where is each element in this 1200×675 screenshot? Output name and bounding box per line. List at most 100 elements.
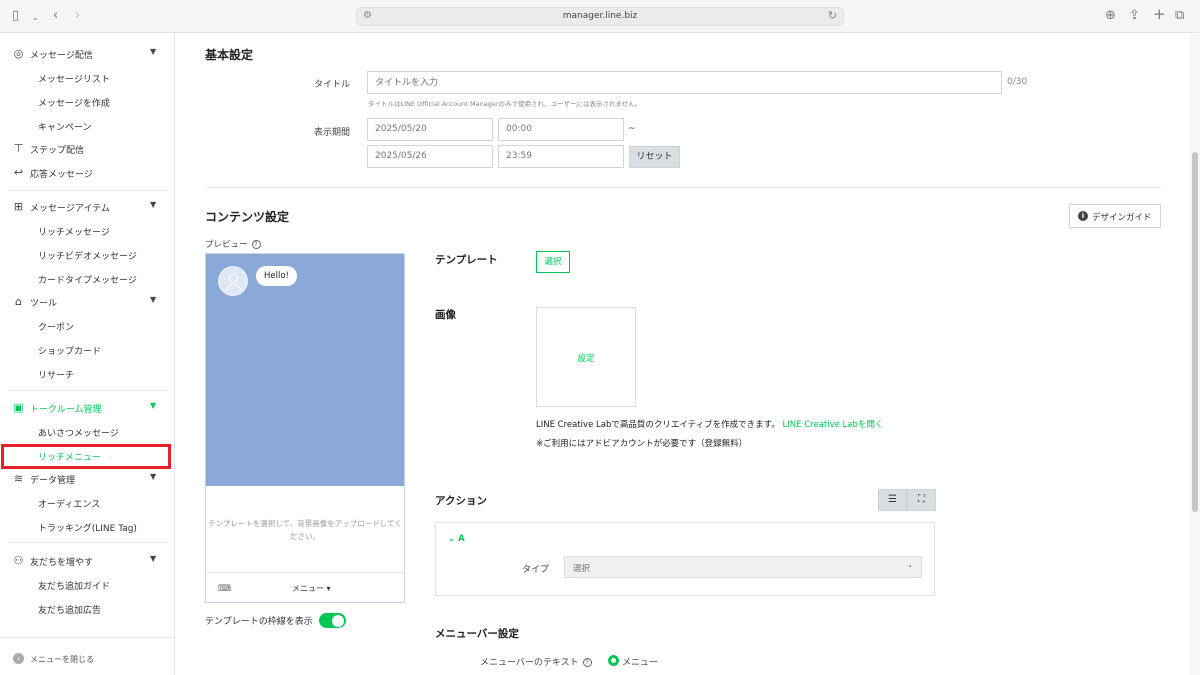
menubar-option-label: メニュー [622,658,659,668]
menubar-radio-menu[interactable] [608,655,619,666]
menubar-heading: メニューバー設定 [435,628,519,640]
period-label: 表示期間 [314,128,351,138]
sidebar: ◎ メッセージ配信 ▼ メッセージリスト メッセージを作成 キャンペーン ⊤ ス… [0,34,175,675]
action-item-toggle[interactable]: ⌄ A [448,534,465,544]
start-time-input[interactable]: 00:00 [498,118,624,141]
sidebar-item-campaign[interactable]: キャンペーン [38,120,92,133]
template-label: テンプレート [435,254,498,266]
image-label: 画像 [435,309,456,321]
start-date-input[interactable]: 2025/05/20 [367,118,493,141]
sidebar-item-create-message[interactable]: メッセージを作成 [38,96,110,109]
browser-toolbar: ▯ ⌄ ‹ › ⚙ manager.line.biz ↻ ⊕ ⇪ + ⧉ [0,0,1200,33]
section-divider [205,187,1161,188]
chevron-down-icon: ▼ [150,472,157,481]
preview-label: プレビュー? [205,238,261,250]
design-guide-button[interactable]: i デザインガイド [1069,204,1161,228]
help-icon[interactable]: ? [582,658,592,667]
user-icon [229,274,238,283]
chevron-left-icon: ‹ [13,653,24,664]
close-menu-button[interactable]: ‹ メニューを閉じる [0,637,175,675]
title-char-counter: 0/30 [1007,77,1028,87]
keyboard-icon: ⌨ [218,584,231,594]
sidebar-section-data[interactable]: ≋ データ管理 ▼ [0,467,175,491]
sidebar-item-research[interactable]: リサーチ [38,368,74,381]
reset-button[interactable]: リセット [629,146,680,168]
border-toggle[interactable] [319,613,346,628]
border-toggle-label: テンプレートの枠線を表示 [205,617,313,627]
sidebar-item-coupon[interactable]: クーポン [38,320,74,333]
sidebar-item-shop-card[interactable]: ショップカード [38,344,101,357]
highlight-annotation [1,444,171,469]
sidebar-divider [8,542,168,543]
url-text: manager.line.biz [562,11,638,21]
forward-icon[interactable]: › [75,8,80,24]
chevron-down-icon: ▼ [150,401,157,410]
tabs-overview-icon[interactable]: ⧉ [1175,8,1184,24]
sidebar-item-message-list[interactable]: メッセージリスト [38,72,110,85]
download-icon[interactable]: ⊕ [1105,8,1116,24]
list-view-icon[interactable]: ☰ [878,489,907,511]
chevron-down-icon: ▼ [150,295,157,304]
title-hint: タイトルはLINE Official Account Managerのみで使用さ… [368,100,642,108]
chevron-down-icon[interactable]: ⌄ [32,10,39,26]
template-select-button[interactable]: 選択 [536,251,570,273]
chevron-down-icon: ▼ [150,200,157,209]
scrollbar[interactable] [1190,34,1200,675]
sidebar-divider [8,390,168,391]
add-friend-icon: ⚇ [13,554,24,567]
image-set-label: 設定 [577,354,595,364]
menubar-text-label: メニューバーのテキスト? [480,655,592,668]
sidebar-item-tracking[interactable]: トラッキング(LINE Tag) [38,521,137,534]
sidebar-section-message-items[interactable]: ⊞ メッセージアイテム ▼ [0,195,175,219]
avatar [218,266,248,296]
shop-icon: ⌂ [15,295,22,308]
chevron-down-icon: ▼ [150,47,157,56]
end-time-input[interactable]: 23:59 [498,145,624,168]
sidebar-section-message-delivery[interactable]: ◎ メッセージ配信 ▼ [0,42,175,66]
sidebar-item-rich-video[interactable]: リッチビデオメッセージ [38,249,137,262]
sidebar-item-add-ads[interactable]: 友だち追加広告 [38,603,101,616]
reload-icon[interactable]: ↻ [828,9,837,22]
sidebar-item-step-delivery[interactable]: ⊤ ステップ配信 [0,137,175,161]
new-tab-icon[interactable]: + [1153,6,1166,22]
sidebar-item-add-guide[interactable]: 友だち追加ガイド [38,579,110,592]
title-label: タイトル [314,80,351,90]
rich-menu-preview: Hello! テンプレートを選択して、背景画像をアップロードしてください。 ⌨ … [205,253,405,603]
share-icon[interactable]: ⇪ [1129,8,1140,24]
sidebar-section-friends[interactable]: ⚇ 友だちを増やす ▼ [0,549,175,573]
chevron-down-icon: ⌄ [907,561,913,569]
sidebar-item-audience[interactable]: オーディエンス [38,497,100,510]
database-icon: ≋ [13,472,24,485]
adobe-account-note: ※ご利用にはアドビアカウントが必要です（登録無料） [536,439,748,449]
expand-view-icon[interactable]: ⛶ [907,489,936,511]
url-bar[interactable]: ⚙ manager.line.biz ↻ [356,7,844,26]
sidebar-item-greeting[interactable]: あいさつメッセージ [38,426,119,439]
main-content: 基本設定 タイトル 0/30 タイトルはLINE Official Accoun… [176,34,1190,675]
type-select[interactable]: 選択 ⌄ [564,556,922,578]
chat-bubble: Hello! [256,266,297,286]
period-separator: ~ [628,124,636,134]
scrollbar-thumb[interactable] [1192,152,1198,512]
sidebar-divider [8,190,168,191]
action-heading: アクション [435,495,487,507]
action-view-toggle: ☰ ⛶ [878,489,936,511]
preview-menu-bar: ⌨ メニュー ▾ [206,572,404,602]
sidebar-item-card-type[interactable]: カードタイプメッセージ [38,273,137,286]
end-date-input[interactable]: 2025/05/26 [367,145,493,168]
help-icon[interactable]: ? [251,240,261,249]
reply-icon: ↩ [13,166,24,179]
preview-chat-background: Hello! [206,254,404,486]
add-box-icon: ⊞ [13,200,24,213]
info-icon: i [1078,211,1088,221]
sidebar-item-auto-response[interactable]: ↩ 応答メッセージ [0,161,175,185]
creative-lab-note: LINE Creative Labで高品質のクリエイティブを作成できます。 LI… [536,420,884,430]
title-input[interactable] [367,71,1002,94]
sidebar-item-rich-message[interactable]: リッチメッセージ [38,225,110,238]
creative-lab-link[interactable]: LINE Creative Labを開く [783,420,884,430]
sidebar-toggle-icon[interactable]: ▯ [12,8,19,24]
back-icon[interactable]: ‹ [53,8,58,24]
sidebar-section-tools[interactable]: ⌂ ツール ▼ [0,290,175,314]
image-upload-box[interactable]: 設定 [536,307,636,407]
sidebar-section-talkroom[interactable]: ▣ トークルーム管理 ▼ [0,396,175,420]
basic-settings-heading: 基本設定 [205,48,254,62]
